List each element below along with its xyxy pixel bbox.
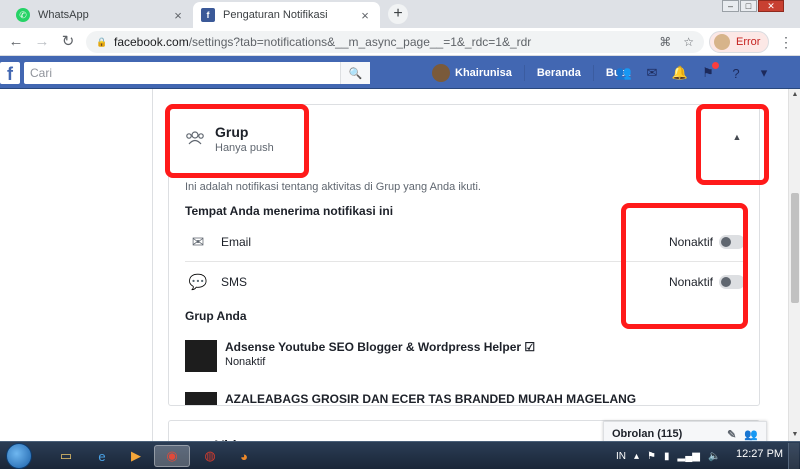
bookmark-star-icon[interactable]: ☆ xyxy=(683,35,694,49)
lock-icon: 🔒 xyxy=(96,36,108,47)
whatsapp-icon: ✆ xyxy=(16,8,30,22)
annotation-highlight-toggles xyxy=(621,203,748,329)
firefox-icon[interactable]: ◕ xyxy=(230,445,258,467)
messenger-icon[interactable]: ✉ xyxy=(644,65,660,81)
avatar[interactable] xyxy=(432,64,450,82)
close-icon[interactable]: × xyxy=(171,8,185,23)
search-placeholder: Cari xyxy=(30,66,53,80)
browser-tab-strip: ✆ WhatsApp × f Pengaturan Notifikasi × +… xyxy=(0,0,800,28)
system-tray: IN ▴ ⚑ ▮ ▂▄▆ 🔈 xyxy=(616,442,720,469)
channel-label: Email xyxy=(221,234,252,249)
chrome-icon[interactable]: ◉ xyxy=(154,445,190,467)
new-message-icon[interactable]: ✎ xyxy=(727,428,736,441)
language-indicator[interactable]: IN xyxy=(616,451,626,462)
internet-explorer-icon[interactable]: e xyxy=(88,445,116,467)
media-player-icon[interactable]: ▶ xyxy=(122,445,150,467)
settings-sidebar xyxy=(0,89,152,441)
groups-heading: Grup Anda xyxy=(185,309,247,323)
scroll-thumb[interactable] xyxy=(791,193,799,303)
section-description: Ini adalah notifikasi tentang aktivitas … xyxy=(185,181,481,193)
help-icon[interactable]: ? xyxy=(728,65,744,81)
group-thumbnail xyxy=(185,392,217,405)
annotation-highlight-collapse xyxy=(696,104,769,185)
minimize-button[interactable]: – xyxy=(722,0,739,12)
chat-people-icon[interactable]: 👥 xyxy=(744,428,758,441)
new-tab-button[interactable]: + xyxy=(388,4,408,24)
network-signal-icon[interactable]: ▂▄▆ xyxy=(678,451,700,462)
url-path: /settings?tab=notifications&__m_async_pa… xyxy=(188,35,532,49)
address-bar[interactable]: 🔒 facebook.com/settings?tab=notification… xyxy=(86,31,704,53)
group-item[interactable]: AZALEABAGS GROSIR DAN ECER TAS BRANDED M… xyxy=(185,392,745,406)
facebook-header-icons: 👥 ✉ 🔔 ⚑ ? ▾ xyxy=(616,62,772,84)
translate-icon[interactable]: ⌘ xyxy=(659,35,671,49)
envelope-icon: ✉ xyxy=(191,233,205,251)
quick-help-icon[interactable]: ⚑ xyxy=(700,62,719,81)
scroll-up-arrow-icon[interactable]: ▲ xyxy=(789,89,800,101)
scroll-down-arrow-icon[interactable]: ▼ xyxy=(789,429,800,441)
action-center-flag-icon[interactable]: ⚑ xyxy=(647,451,656,462)
channel-label: SMS xyxy=(221,275,248,289)
tab-title: Pengaturan Notifikasi xyxy=(223,9,328,21)
tray-overflow-icon[interactable]: ▴ xyxy=(634,451,639,462)
facebook-search-input[interactable]: Cari 🔍 xyxy=(24,62,370,84)
tab-pengaturan-notifikasi[interactable]: f Pengaturan Notifikasi × xyxy=(193,2,380,28)
back-arrow-icon[interactable]: ← xyxy=(6,32,26,52)
chat-label: Obrolan (115) xyxy=(612,428,683,440)
pdf-reader-icon[interactable]: ◍ xyxy=(196,445,224,467)
volume-icon[interactable]: 🔈 xyxy=(708,451,720,462)
windows-start-icon[interactable] xyxy=(6,443,32,469)
taskbar-clock[interactable]: 12:27 PM xyxy=(736,448,783,460)
more-menu-icon[interactable]: ⋮ xyxy=(776,32,796,52)
page-scrollbar[interactable]: ▲ ▼ xyxy=(788,89,800,441)
home-link[interactable]: Beranda xyxy=(537,67,581,79)
account-menu-chevron-down-icon[interactable]: ▾ xyxy=(756,65,772,81)
nav-divider xyxy=(523,65,525,81)
battery-icon[interactable]: ▮ xyxy=(664,451,670,462)
search-icon[interactable]: 🔍 xyxy=(340,62,370,84)
facebook-icon: f xyxy=(201,8,215,22)
notifications-bell-icon[interactable]: 🔔 xyxy=(672,65,688,81)
facebook-logo-icon[interactable]: f xyxy=(0,62,20,84)
group-status: Nonaktif xyxy=(225,356,266,368)
facebook-header: f Cari 🔍 Khairunisa Beranda Buat 👥 ✉ 🔔 ⚑… xyxy=(0,56,800,89)
nav-divider xyxy=(592,65,594,81)
profile-error-button[interactable]: Error xyxy=(709,31,769,53)
group-item[interactable]: Adsense Youtube SEO Blogger & Wordpress … xyxy=(185,340,745,374)
receive-heading: Tempat Anda menerima notifikasi ini xyxy=(185,204,394,218)
maximize-button[interactable]: □ xyxy=(740,0,757,12)
annotation-highlight-group-header xyxy=(165,104,309,178)
forward-arrow-icon[interactable]: → xyxy=(32,32,52,52)
file-explorer-icon[interactable]: ▭ xyxy=(52,445,80,467)
profile-link[interactable]: Khairunisa xyxy=(455,67,512,79)
windows-taskbar: ▭ e ▶ ◉ ◍ ◕ IN ▴ ⚑ ▮ ▂▄▆ 🔈 12:27 PM xyxy=(0,441,800,469)
close-window-button[interactable]: ✕ xyxy=(758,0,784,12)
profile-error-label: Error xyxy=(736,36,761,48)
reload-icon[interactable]: ↻ xyxy=(58,32,78,52)
url-host: facebook.com xyxy=(114,35,189,49)
group-name: Adsense Youtube SEO Blogger & Wordpress … xyxy=(225,340,536,354)
notification-badge xyxy=(712,62,719,69)
friend-requests-icon[interactable]: 👥 xyxy=(616,65,632,81)
close-icon[interactable]: × xyxy=(358,8,372,23)
tab-whatsapp[interactable]: ✆ WhatsApp × xyxy=(8,2,193,28)
sms-bubble-icon: 💬 xyxy=(188,274,208,291)
show-desktop-button[interactable] xyxy=(788,443,799,469)
group-thumbnail xyxy=(185,340,217,372)
browser-toolbar: ← → ↻ 🔒 facebook.com/settings?tab=notifi… xyxy=(0,28,800,56)
group-name: AZALEABAGS GROSIR DAN ECER TAS BRANDED M… xyxy=(225,392,637,406)
tab-title: WhatsApp xyxy=(38,9,89,21)
avatar xyxy=(714,34,730,50)
